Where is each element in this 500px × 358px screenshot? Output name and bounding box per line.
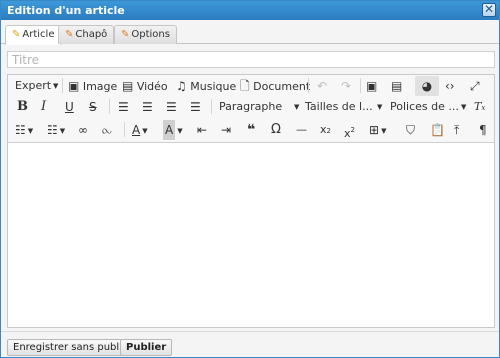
- font-family-label: Polices de ...: [390, 100, 459, 113]
- clear-format-icon[interactable]: Tx: [474, 97, 485, 117]
- rich-text-editor: Expert ▼ ▣ Image ▤ Vidéo ♫ Musique 🗋 Docu…: [7, 74, 495, 328]
- expert-mode-dropdown[interactable]: Expert ▼: [15, 76, 58, 96]
- pencil-icon: ✎: [65, 29, 74, 40]
- tab-bar: ✎ Article ✎ Chapô ✎ Options: [1, 20, 499, 45]
- fullscreen-icon[interactable]: ⤢: [470, 76, 480, 96]
- tab-options-label: Options: [131, 29, 170, 40]
- subscript-icon[interactable]: x2: [320, 120, 331, 140]
- tab-article-label: Article: [22, 29, 55, 40]
- bullet-list-icon[interactable]: ☷ ▼: [15, 120, 33, 140]
- numbered-list-icon[interactable]: ☷ ▼: [47, 120, 65, 140]
- italic-icon[interactable]: I: [41, 97, 46, 117]
- tab-chapo-label: Chapô: [75, 29, 108, 40]
- document-icon: 🗋: [240, 79, 250, 93]
- media-icon[interactable]: ▤: [391, 76, 402, 96]
- dialog-footer: Enregistrer sans publier Publier: [1, 331, 499, 357]
- toolbar-separator: [308, 78, 309, 93]
- align-center-icon[interactable]: ☰: [142, 97, 153, 117]
- horizontal-rule-icon[interactable]: —: [296, 120, 307, 140]
- chevron-down-icon: ▼: [53, 82, 59, 90]
- font-size-dropdown[interactable]: Tailles de l...: [305, 97, 373, 117]
- music-note-icon: ♫: [176, 79, 187, 93]
- image-icon[interactable]: ▣: [366, 76, 377, 96]
- toolbar-separator: [124, 122, 125, 137]
- pencil-icon: ✎: [12, 29, 21, 40]
- insert-video-button[interactable]: ▤ Vidéo: [122, 76, 168, 96]
- paragraph-format-label: Paragraphe: [219, 100, 283, 113]
- toolbar-separator: [62, 78, 63, 93]
- insert-image-label: Image: [82, 80, 118, 93]
- insert-image-button[interactable]: ▣ Image: [68, 76, 117, 96]
- unlink-icon[interactable]: ⧜: [102, 120, 112, 140]
- expert-mode-label: Expert: [15, 79, 52, 92]
- article-edit-dialog: Edition d'un article ✕ ✎ Article ✎ Chapô ✎…: [0, 0, 500, 358]
- close-icon[interactable]: ✕: [482, 3, 496, 17]
- insert-music-button[interactable]: ♫ Musique: [176, 76, 236, 96]
- superscript-icon[interactable]: x2: [344, 120, 355, 140]
- video-icon: ▤: [122, 79, 134, 93]
- blockquote-icon[interactable]: ❝: [247, 120, 255, 140]
- tab-options[interactable]: ✎ Options: [114, 25, 177, 44]
- special-character-icon[interactable]: Ω: [271, 120, 281, 140]
- align-justify-icon[interactable]: ☰: [190, 97, 201, 117]
- bookmark-icon[interactable]: ⛉: [406, 120, 415, 140]
- editor-content-area[interactable]: [8, 144, 494, 327]
- source-code-icon[interactable]: ‹›: [445, 76, 455, 96]
- strikethrough-icon[interactable]: S: [89, 97, 97, 117]
- tab-chapo[interactable]: ✎ Chapô: [58, 25, 115, 44]
- publish-button[interactable]: Publier: [120, 339, 173, 356]
- image-icon: ▣: [68, 79, 80, 93]
- toolbar-row-2: B I U S ☰ ☰ ☰ ☰ Paragraphe ▼ Tailles de …: [8, 96, 494, 118]
- insert-document-label: Document: [253, 80, 311, 93]
- link-icon[interactable]: ∞: [78, 120, 88, 140]
- table-icon[interactable]: ⊞ ▼: [369, 120, 386, 140]
- editor-toolbar: Expert ▼ ▣ Image ▤ Vidéo ♫ Musique 🗋 Docu…: [8, 75, 494, 143]
- insert-document-button[interactable]: 🗋 Document: [240, 76, 310, 96]
- chevron-down-icon[interactable]: ▼: [292, 97, 299, 117]
- align-left-icon[interactable]: ☰: [118, 97, 129, 117]
- upload-icon[interactable]: ⤒: [454, 120, 459, 140]
- paragraph-format-dropdown[interactable]: Paragraphe: [219, 97, 282, 117]
- toolbar-row-3: ☷ ▼ ☷ ▼ ∞ ⧜ A ▼ A ▼ ⇤ ⇥ ❝ Ω — x2 x2 ⊞ ▼ ⛉ 📋 ⤒…: [8, 119, 494, 141]
- undo-icon[interactable]: ↶: [317, 76, 327, 96]
- palette-icon[interactable]: ◕: [415, 76, 439, 96]
- chevron-down-icon[interactable]: ▼: [375, 97, 382, 117]
- font-size-label: Tailles de l...: [305, 100, 373, 113]
- bold-icon[interactable]: B: [17, 97, 28, 117]
- insert-video-label: Vidéo: [136, 80, 168, 93]
- toolbar-separator: [360, 78, 361, 93]
- pencil-icon: ✎: [121, 29, 130, 40]
- toolbar-separator: [109, 99, 110, 114]
- tab-article[interactable]: ✎ Article: [5, 25, 62, 45]
- background-color-icon[interactable]: A ▼: [163, 120, 183, 140]
- outdent-icon[interactable]: ⇤: [197, 120, 207, 140]
- toolbar-separator: [211, 99, 212, 114]
- save-without-publishing-button[interactable]: Enregistrer sans publier: [7, 339, 139, 356]
- redo-icon[interactable]: ↷: [341, 76, 351, 96]
- font-family-dropdown[interactable]: Polices de ...: [390, 97, 459, 117]
- underline-icon[interactable]: U: [65, 97, 74, 117]
- dialog-title: Edition d'un article: [7, 4, 125, 17]
- title-input[interactable]: Titre: [7, 51, 495, 68]
- indent-icon[interactable]: ⇥: [221, 120, 231, 140]
- insert-music-label: Musique: [190, 80, 237, 93]
- show-blocks-icon[interactable]: ¶: [479, 120, 487, 140]
- chevron-down-icon[interactable]: ▼: [459, 97, 466, 117]
- paste-icon[interactable]: 📋: [430, 120, 445, 140]
- text-color-icon[interactable]: A ▼: [132, 120, 148, 140]
- dialog-titlebar[interactable]: Edition d'un article ✕: [1, 1, 499, 20]
- toolbar-row-1: Expert ▼ ▣ Image ▤ Vidéo ♫ Musique 🗋 Docu…: [8, 75, 494, 97]
- align-right-icon[interactable]: ☰: [166, 97, 177, 117]
